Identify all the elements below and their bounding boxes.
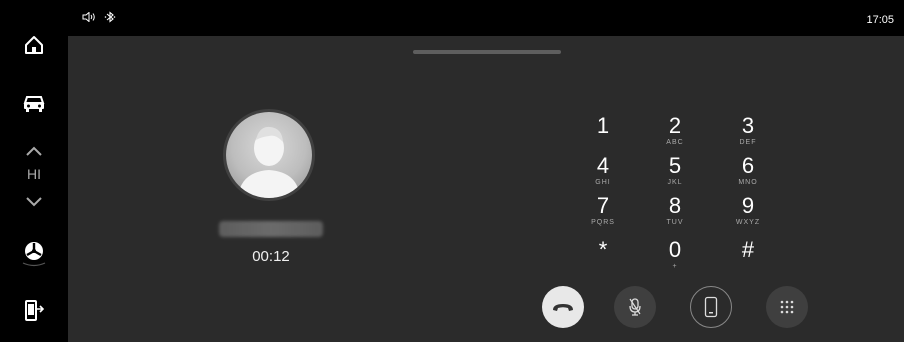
key-5[interactable]: 5 JKL [650,154,700,194]
volume-icon [82,12,95,22]
car-icon [23,96,45,112]
call-duration: 00:12 [252,248,290,265]
phone-transfer-icon [25,300,44,321]
end-call-icon [553,304,573,311]
end-call-button[interactable] [542,286,584,328]
fan-icon [22,242,46,267]
handset-icon [704,296,718,318]
clock: 17:05 [866,14,894,26]
key-8[interactable]: 8 TUV [650,194,700,234]
fan-button[interactable] [16,238,52,268]
key-star[interactable]: * [578,238,628,278]
temp-down-button[interactable] [16,186,52,216]
temp-label: HI [27,166,41,182]
phone-transfer-button[interactable] [16,296,52,326]
home-icon [25,36,43,54]
temp-up-icon [26,146,42,156]
home-button[interactable] [16,30,52,60]
key-3[interactable]: 3 DEF [723,114,773,154]
handset-mode-button[interactable] [690,286,732,328]
keypad-toggle-button[interactable] [766,286,808,328]
bluetooth-icon [104,11,116,23]
temp-down-icon [26,197,42,207]
status-bar: 17:05 [68,0,904,36]
person-silhouette-icon [238,126,300,198]
mute-button[interactable] [614,286,656,328]
avatar [226,112,312,198]
key-9[interactable]: 9 WXYZ [723,194,773,234]
temp-up-button[interactable] [16,136,52,166]
key-7[interactable]: 7 PQRS [578,194,628,234]
sidebar: HI [0,0,68,342]
mute-mic-icon [629,298,641,316]
key-hash[interactable]: # [723,238,773,278]
drag-handle[interactable] [413,50,561,54]
key-4[interactable]: 4 GHI [578,154,628,194]
key-6[interactable]: 6 MNO [723,154,773,194]
key-2[interactable]: 2 ABC [650,114,700,154]
caller-name-redacted [219,221,323,237]
call-panel: 00:12 1 2 ABC 3 DEF 4 GHI 5 JKL 6 MNO 7 … [68,36,904,342]
key-0[interactable]: 0 + [650,238,700,278]
vehicle-button[interactable] [16,88,52,118]
keypad-grid-icon [780,300,794,314]
key-1[interactable]: 1 [578,114,628,154]
